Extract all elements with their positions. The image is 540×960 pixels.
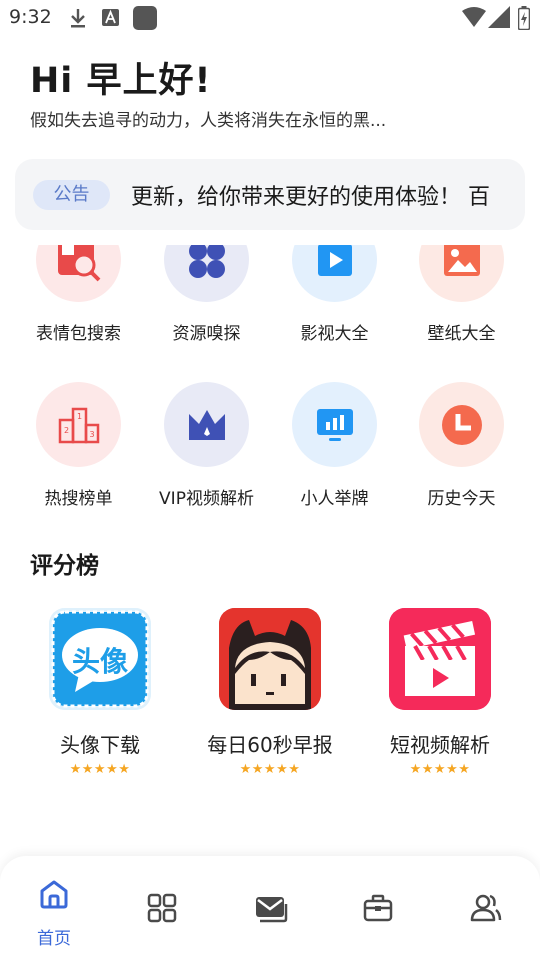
tool-icon-bg: [419, 245, 504, 302]
tool-icon-bg: [419, 382, 504, 467]
rating-stars: ★★★★★: [239, 762, 301, 777]
nav-apps[interactable]: [108, 856, 216, 960]
mail-icon: [256, 897, 288, 923]
tool-label: 影视大全: [300, 324, 369, 344]
notice-badge: 公告: [33, 180, 110, 210]
svg-text:1: 1: [76, 412, 81, 421]
tool-icon-bg: 2 1 3: [36, 382, 121, 467]
svg-text:3: 3: [89, 430, 94, 439]
tool-icon-bg: [164, 245, 249, 302]
tool-label: 历史今天: [427, 489, 496, 509]
status-time: 9:32: [9, 6, 52, 28]
greeting-subtitle: 假如失去追寻的动力，人类将消失在永恒的黑...: [30, 111, 387, 131]
cartoon-girl-icon: [219, 608, 321, 710]
rating-stars: ★★★★★: [409, 762, 471, 777]
status-bar: 9:32: [0, 0, 540, 36]
rank-name: 头像下载: [60, 733, 140, 757]
rank-name: 短视频解析: [390, 733, 490, 757]
tool-icon-bg: [164, 382, 249, 467]
tool-icon-bg: [292, 245, 377, 302]
image-search-icon: [57, 245, 100, 281]
clapperboard-icon: [389, 608, 491, 710]
tool-label: 热搜榜单: [44, 489, 113, 509]
podium-icon: 2 1 3: [58, 407, 99, 443]
notice-banner[interactable]: 公告 更新，给你带来更好的使用体验！ 百: [15, 159, 525, 230]
tool-item-sign-holder[interactable]: 小人举牌: [271, 382, 398, 520]
toolbox-icon: [363, 894, 393, 922]
nav-messages[interactable]: [216, 856, 324, 960]
download-icon: [71, 9, 85, 28]
tool-icon-bg: [36, 245, 121, 302]
avatar-download-icon: 头像: [49, 608, 151, 710]
video-play-icon: [317, 245, 352, 276]
tool-icon-bg: [292, 382, 377, 467]
wifi-icon: [462, 7, 486, 27]
nav-toolbox[interactable]: [324, 856, 432, 960]
tool-item-history-today[interactable]: 历史今天: [398, 382, 525, 520]
home-icon: [40, 880, 68, 909]
crown-icon: [188, 409, 225, 440]
tool-item-resource-sniff[interactable]: 资源嗅探: [143, 245, 270, 385]
tool-grid: 表情包搜索 资源嗅探 影视大全 壁纸大全 2 1 3 热搜榜单 VIP视频解析 …: [0, 245, 540, 520]
tool-item-movies[interactable]: 影视大全: [271, 245, 398, 385]
cellular-icon: [488, 6, 510, 28]
tool-label: 表情包搜索: [36, 324, 121, 344]
rating-stars: ★★★★★: [69, 762, 131, 777]
nav-home[interactable]: 首页: [0, 856, 108, 960]
grid-apps-icon: [147, 893, 177, 923]
tool-label: VIP视频解析: [159, 489, 254, 509]
nav-home-label: 首页: [37, 929, 71, 949]
battery-icon: [518, 6, 530, 30]
rank-name: 每日60秒早报: [207, 733, 333, 757]
bottom-nav: 首页: [0, 856, 540, 960]
greeting-title: Hi 早上好!: [30, 61, 212, 101]
tool-item-wallpaper[interactable]: 壁纸大全: [398, 245, 525, 385]
nav-profile[interactable]: [432, 856, 540, 960]
clock-icon: [441, 404, 482, 445]
tool-label: 壁纸大全: [427, 324, 496, 344]
monitor-chart-icon: [316, 408, 353, 441]
users-icon: [470, 894, 502, 922]
rank-item-avatar-download[interactable]: 头像 头像下载 ★★★★★: [25, 608, 175, 783]
four-petal-icon: [188, 245, 225, 278]
svg-text:2: 2: [63, 426, 68, 435]
tool-item-hot-search[interactable]: 2 1 3 热搜榜单: [15, 382, 142, 520]
avatar-download-icon-text: 头像: [71, 645, 128, 678]
picture-icon: [443, 245, 480, 276]
tool-label: 资源嗅探: [172, 324, 241, 344]
tool-label: 小人举牌: [300, 489, 369, 509]
notice-text[interactable]: 更新，给你带来更好的使用体验！ 百: [131, 179, 490, 211]
ranking-title: 评分榜: [30, 553, 99, 579]
rank-item-short-video[interactable]: 短视频解析 ★★★★★: [365, 608, 515, 783]
font-a-icon: [102, 9, 119, 26]
tool-item-emoji-search[interactable]: 表情包搜索: [15, 245, 142, 385]
tool-item-vip-video[interactable]: VIP视频解析: [143, 382, 270, 520]
app-square-icon: [133, 6, 157, 30]
rank-item-daily-news[interactable]: 每日60秒早报 ★★★★★: [195, 608, 345, 783]
